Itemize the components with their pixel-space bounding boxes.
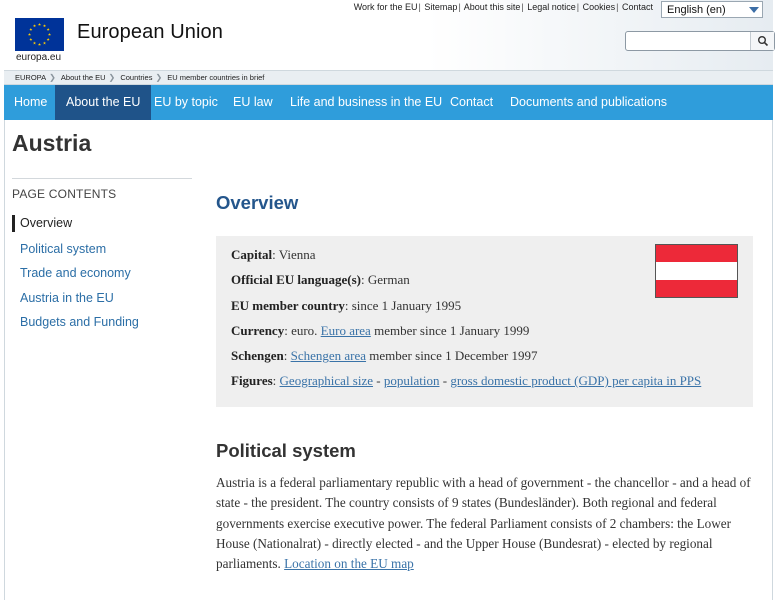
top-link-work[interactable]: Work for the EU xyxy=(354,2,418,12)
chevron-right-icon: ❯ xyxy=(108,73,116,82)
fact-value: member since 1 December 1997 xyxy=(366,348,538,363)
search-input[interactable] xyxy=(625,31,775,51)
fact-currency: Currency: euro. Euro area member since 1… xyxy=(231,323,529,339)
chevron-right-icon: ❯ xyxy=(155,73,163,82)
flag-stripe-top xyxy=(656,245,737,263)
toc-item-overview[interactable]: Overview xyxy=(12,215,139,232)
fact-box: Capital: Vienna Official EU language(s):… xyxy=(216,236,753,407)
nav-eu-by-topic[interactable]: EU by topic xyxy=(154,85,218,120)
fact-value: : xyxy=(283,348,291,363)
separator: | xyxy=(521,2,524,12)
eu-flag-logo[interactable] xyxy=(15,18,64,51)
location-on-map-link[interactable]: Location on the EU map xyxy=(284,556,414,571)
fact-value: : xyxy=(272,373,280,388)
logo-subtitle: europa.eu xyxy=(16,52,62,63)
gdp-per-capita-link[interactable]: gross domestic product (GDP) per capita … xyxy=(450,373,701,388)
language-select[interactable]: English (en) xyxy=(661,1,763,18)
top-link-cookies[interactable]: Cookies xyxy=(583,2,616,12)
site-title[interactable]: European Union xyxy=(77,21,223,44)
political-system-text: Austria is a federal parliamentary repub… xyxy=(216,473,756,574)
fact-languages: Official EU language(s): German xyxy=(231,272,410,288)
top-links: Work for the EU| Sitemap| About this sit… xyxy=(354,2,653,12)
fact-value: : Vienna xyxy=(272,247,316,262)
toc-item-austria-in-the-eu[interactable]: Austria in the EU xyxy=(12,288,139,312)
fact-label: Capital xyxy=(231,247,273,262)
page-title: Austria xyxy=(12,130,92,156)
toc-heading: PAGE CONTENTS xyxy=(12,178,192,201)
overview-heading: Overview xyxy=(216,192,299,213)
flag-stripe-middle xyxy=(656,262,737,280)
political-system-heading: Political system xyxy=(216,440,356,461)
breadcrumb: EUROPA ❯ About the EU ❯ Countries ❯ EU memb… xyxy=(4,70,773,85)
separator: | xyxy=(458,2,461,12)
fact-value: member since 1 January 1999 xyxy=(370,323,530,338)
population-link[interactable]: population xyxy=(384,373,440,388)
breadcrumb-current: EU member countries in brief xyxy=(167,73,265,82)
nav-eu-law[interactable]: EU law xyxy=(233,85,273,120)
toc-item-trade-and-economy[interactable]: Trade and economy xyxy=(12,263,139,287)
top-link-sitemap[interactable]: Sitemap xyxy=(424,2,457,12)
austria-flag-icon xyxy=(655,244,738,298)
nav-contact[interactable]: Contact xyxy=(450,85,493,120)
search-button[interactable] xyxy=(750,32,774,50)
toc-item-political-system[interactable]: Political system xyxy=(12,239,139,263)
fact-value: : since 1 January 1995 xyxy=(344,298,462,313)
breadcrumb-about[interactable]: About the EU xyxy=(58,73,109,82)
fact-label: Schengen xyxy=(231,348,284,363)
fact-label: Currency xyxy=(231,323,285,338)
nav-life-and-business[interactable]: Life and business in the EU xyxy=(290,85,442,120)
eu-stars-icon xyxy=(15,18,64,51)
separator: - xyxy=(373,373,384,388)
fact-member-since: EU member country: since 1 January 1995 xyxy=(231,298,461,314)
flag-stripe-bottom xyxy=(656,279,737,297)
geographical-size-link[interactable]: Geographical size xyxy=(280,373,373,388)
fact-capital: Capital: Vienna xyxy=(231,247,316,263)
nav-home[interactable]: Home xyxy=(14,85,47,120)
separator: | xyxy=(616,2,619,12)
toc-item-budgets-and-funding[interactable]: Budgets and Funding xyxy=(12,312,139,336)
fact-label: Figures xyxy=(231,373,273,388)
nav-documents[interactable]: Documents and publications xyxy=(510,85,667,120)
fact-label: EU member country xyxy=(231,298,345,313)
fact-figures: Figures: Geographical size - population … xyxy=(231,373,701,389)
fact-schengen: Schengen: Schengen area member since 1 D… xyxy=(231,348,538,364)
breadcrumb-europa[interactable]: EUROPA xyxy=(12,73,49,82)
fact-value: : German xyxy=(361,272,410,287)
schengen-area-link[interactable]: Schengen area xyxy=(291,348,366,363)
euro-area-link[interactable]: Euro area xyxy=(321,323,371,338)
top-link-contact[interactable]: Contact xyxy=(622,2,653,12)
separator: - xyxy=(439,373,451,388)
language-value: English (en) xyxy=(667,4,726,16)
nav-about-the-eu[interactable]: About the EU xyxy=(55,85,152,120)
top-link-about[interactable]: About this site xyxy=(464,2,521,12)
chevron-right-icon: ❯ xyxy=(49,73,56,82)
breadcrumb-countries[interactable]: Countries xyxy=(117,73,155,82)
search-icon xyxy=(757,36,768,47)
top-link-legal[interactable]: Legal notice xyxy=(527,2,576,12)
chevron-down-icon xyxy=(749,7,759,13)
separator: | xyxy=(576,2,580,12)
page-contents-list: Overview Political system Trade and econ… xyxy=(12,215,139,336)
site-header: europa.eu European Union Work for the EU… xyxy=(4,0,775,70)
main-nav: Home About the EU EU by topic EU law Lif… xyxy=(4,85,773,120)
fact-value: : euro. xyxy=(284,323,321,338)
separator: | xyxy=(418,2,421,12)
fact-label: Official EU language(s) xyxy=(231,272,361,287)
